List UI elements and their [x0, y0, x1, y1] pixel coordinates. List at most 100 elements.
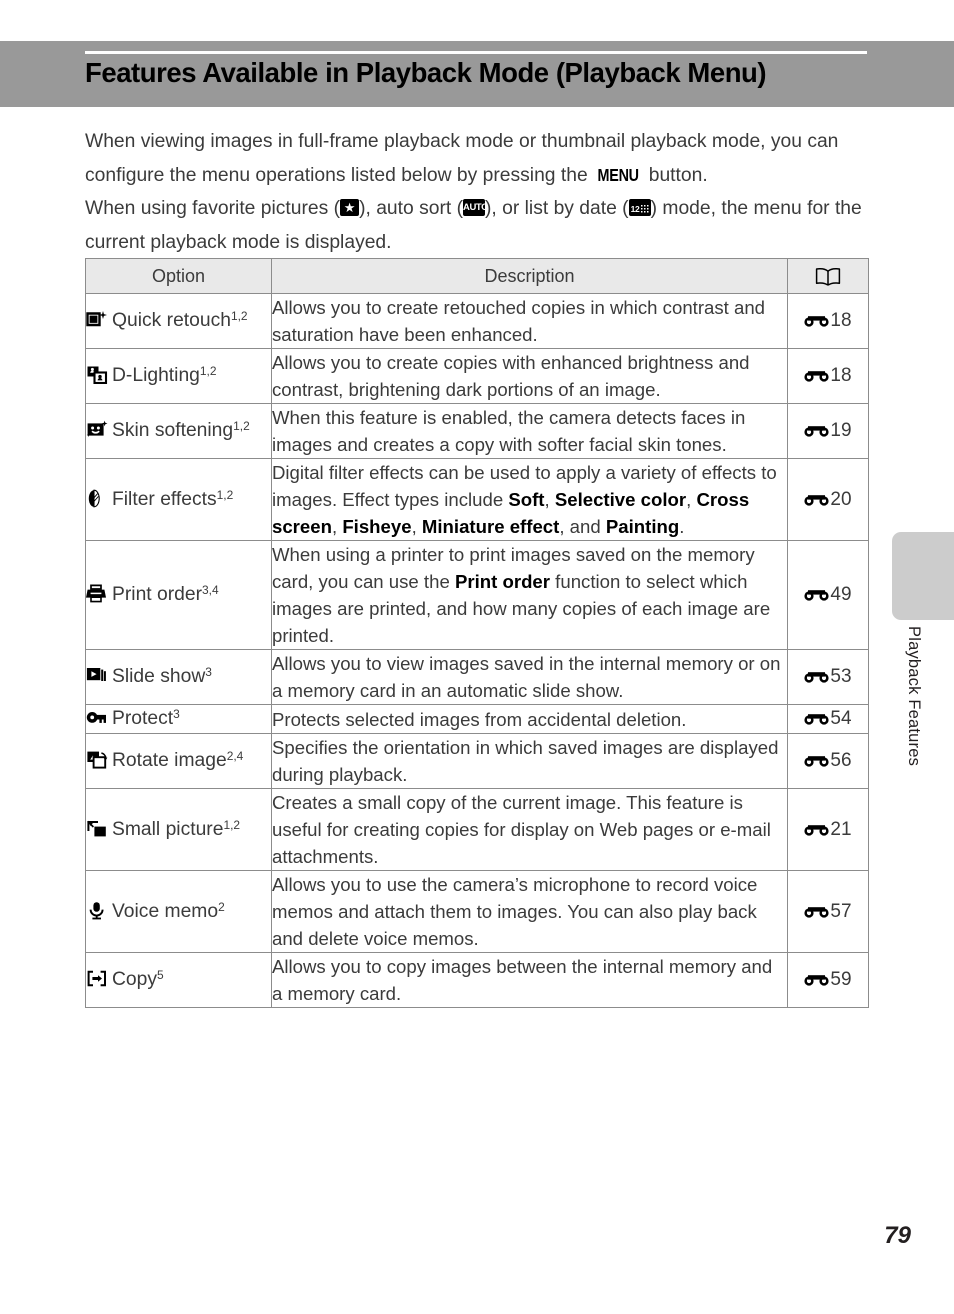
- option-cell-rotate-image: Rotate image2,4: [85, 733, 272, 789]
- playback-menu-table: Option Description Quick retouch1,2 Allo…: [85, 258, 869, 1008]
- emphasis-term: Fisheye: [342, 516, 412, 537]
- table-row: Filter effects1,2 Digital filter effects…: [85, 458, 869, 541]
- reference-cell: 21: [787, 788, 869, 871]
- emphasis-term: Miniature effect: [421, 516, 560, 537]
- list-by-date-number: 12: [630, 204, 640, 214]
- intro-line-1: When viewing images in full-frame playba…: [85, 125, 875, 192]
- reference-symbol-icon: [804, 754, 830, 767]
- description-cell: When this feature is enabled, the camera…: [271, 403, 788, 459]
- option-footnote: 1,2: [199, 363, 217, 378]
- option-cell-filter-effects: Filter effects1,2: [85, 458, 272, 541]
- filter-effects-icon: [86, 489, 108, 508]
- reference-page: 49: [830, 584, 852, 605]
- section-thumb-tab: [892, 532, 954, 620]
- option-label: Rotate image: [112, 750, 227, 771]
- table-row: D-Lighting1,2 Allows you to create copie…: [85, 348, 869, 404]
- description-cell: Allows you to view images saved in the i…: [271, 649, 788, 705]
- option-label: Voice memo: [112, 900, 219, 922]
- d-lighting-icon: [86, 365, 108, 384]
- table-row: Slide show3 Allows you to view images sa…: [85, 649, 869, 705]
- column-header-reference: [787, 258, 869, 294]
- skin-softening-icon: [86, 420, 108, 439]
- option-footnote: 1,2: [223, 817, 241, 832]
- option-cell-copy: Copy5: [85, 952, 272, 1008]
- option-footnote: 3: [205, 664, 212, 679]
- reference-symbol-icon: [804, 712, 830, 725]
- description-cell: Digital filter effects can be used to ap…: [271, 458, 788, 541]
- option-label: D-Lighting: [112, 365, 200, 386]
- option-label: Skin softening: [112, 420, 234, 441]
- small-picture-icon: [86, 819, 108, 838]
- option-cell-voice-memo: Voice memo2: [85, 870, 272, 953]
- quick-retouch-icon: [86, 310, 108, 329]
- reference-page: 18: [830, 310, 852, 331]
- reference-page: 54: [830, 708, 852, 729]
- option-footnote: 5: [157, 967, 164, 982]
- reference-page: 21: [830, 818, 852, 840]
- description-cell: Allows you to use the camera’s microphon…: [271, 870, 788, 953]
- option-label: Copy: [112, 969, 158, 990]
- option-footnote: 1,2: [230, 308, 248, 323]
- table-row: Skin softening1,2 When this feature is e…: [85, 403, 869, 459]
- description-cell: Allows you to copy images between the in…: [271, 952, 788, 1008]
- description-text: ,: [686, 489, 697, 510]
- voice-memo-microphone-icon: [86, 901, 108, 920]
- table-body: Quick retouch1,2 Allows you to create re…: [85, 293, 869, 1008]
- description-text: ,: [544, 489, 555, 510]
- emphasis-term: Selective color: [554, 489, 687, 510]
- reference-page: 20: [830, 488, 852, 510]
- table-header-row: Option Description: [85, 258, 869, 294]
- auto-sort-icon: AUTO: [463, 199, 486, 216]
- column-header-option: Option: [85, 258, 272, 294]
- option-cell-small-picture: Small picture1,2: [85, 788, 272, 871]
- emphasis-term: Print order: [454, 571, 551, 592]
- option-footnote: 3,4: [202, 582, 219, 597]
- option-cell-skin-softening: Skin softening1,2: [85, 403, 272, 459]
- table-row: Voice memo2 Allows you to use the camera…: [85, 870, 869, 953]
- reference-cell: 53: [787, 649, 869, 705]
- table-row: Copy5 Allows you to copy images between …: [85, 952, 869, 1008]
- intro-line-2: When using favorite pictures (★), auto s…: [85, 192, 875, 259]
- description-cell: Creates a small copy of the current imag…: [271, 788, 788, 871]
- option-label: Print order: [112, 584, 203, 605]
- option-label: Protect: [112, 708, 174, 729]
- header-divider-rule: [85, 51, 867, 54]
- option-cell-quick-retouch: Quick retouch1,2: [85, 293, 272, 349]
- intro-text-1a: When viewing images in full-frame playba…: [85, 131, 839, 186]
- description-cell: Protects selected images from accidental…: [271, 704, 788, 734]
- copy-icon: [86, 969, 108, 988]
- table-row: Small picture1,2 Creates a small copy of…: [85, 788, 869, 871]
- reference-page: 57: [830, 900, 852, 922]
- table-row: Print order3,4 When using a printer to p…: [85, 540, 869, 650]
- intro-text-2b: ), auto sort (: [359, 198, 464, 219]
- protect-key-icon: [86, 708, 108, 727]
- emphasis-term: Soft: [508, 489, 545, 510]
- intro-text-1b: button.: [643, 164, 708, 186]
- description-text: , and: [559, 516, 606, 537]
- reference-symbol-icon: [804, 823, 830, 836]
- table-row: Rotate image2,4 Specifies the orientatio…: [85, 733, 869, 789]
- table-row: Quick retouch1,2 Allows you to create re…: [85, 293, 869, 349]
- list-by-date-icon: 12: [628, 199, 651, 216]
- description-text: ,: [331, 516, 343, 537]
- reference-page: 53: [830, 666, 852, 687]
- print-order-icon: [86, 584, 108, 603]
- description-cell: When using a printer to print images sav…: [271, 540, 788, 650]
- reference-page: 18: [830, 365, 852, 386]
- reference-symbol-icon: [804, 588, 830, 601]
- option-label: Filter effects: [112, 488, 217, 510]
- reference-cell: 49: [787, 540, 869, 650]
- option-label: Slide show: [112, 666, 206, 687]
- option-cell-protect: Protect3: [85, 704, 272, 734]
- option-label: Quick retouch: [112, 310, 231, 331]
- rotate-image-icon: [86, 750, 108, 769]
- reference-page: 59: [830, 969, 852, 990]
- reference-symbol-icon: [804, 424, 830, 437]
- emphasis-term: Painting: [605, 516, 680, 537]
- reference-cell: 18: [787, 293, 869, 349]
- page-title: Features Available in Playback Mode (Pla…: [85, 57, 767, 88]
- column-header-description: Description: [271, 258, 788, 294]
- page-header-band: Features Available in Playback Mode (Pla…: [0, 41, 954, 107]
- intro-paragraph: When viewing images in full-frame playba…: [85, 125, 875, 259]
- option-cell-slide-show: Slide show3: [85, 649, 272, 705]
